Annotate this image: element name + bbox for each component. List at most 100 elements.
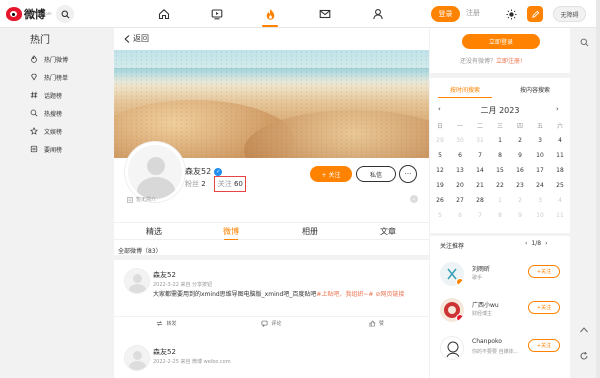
tab-search-by-content[interactable]: 按内容搜索 (500, 82, 570, 96)
calendar-day[interactable]: 3 (530, 133, 550, 148)
calendar-day[interactable]: 11 (550, 148, 570, 163)
back-to-top-icon[interactable] (576, 322, 592, 338)
calendar-day[interactable]: 17 (530, 163, 550, 178)
recommendation-avatar[interactable] (440, 262, 464, 286)
calendar-day[interactable]: 6 (450, 148, 470, 163)
recommendation-name[interactable]: Chanpoko (472, 338, 502, 345)
like-button[interactable]: 赞 (324, 317, 429, 330)
weekday-label: 四 (516, 123, 523, 130)
calendar-day[interactable]: 1 (490, 133, 510, 148)
calendar-day[interactable]: 15 (490, 163, 510, 178)
tab-weibo[interactable]: 微博 (223, 226, 239, 237)
calendar-day[interactable]: 26 (430, 193, 450, 208)
calendar-day[interactable]: 14 (470, 163, 490, 178)
post-avatar[interactable] (124, 345, 150, 371)
calendar-day[interactable]: 7 (470, 208, 490, 223)
next-page-chevron-icon[interactable]: › (545, 240, 547, 247)
avatar[interactable] (125, 142, 185, 202)
post-avatar[interactable] (124, 268, 150, 294)
login-button[interactable]: 登录 (431, 6, 460, 22)
calendar-day[interactable]: 4 (550, 133, 570, 148)
user-icon[interactable] (369, 5, 387, 23)
calendar-day[interactable]: 2 (510, 193, 530, 208)
register-now-link[interactable]: 立即注册! (496, 58, 522, 65)
calendar-day[interactable]: 1 (490, 193, 510, 208)
repost-button[interactable]: 转发 (114, 317, 219, 330)
mail-icon[interactable] (316, 5, 334, 23)
calendar-day[interactable]: 5 (430, 148, 450, 163)
next-month-chevron-icon[interactable]: › (556, 105, 559, 113)
comment-button[interactable]: 评论 (219, 317, 324, 330)
calendar-day[interactable]: 25 (550, 178, 570, 193)
recommendation-avatar[interactable] (440, 336, 464, 360)
calendar-day[interactable]: 29 (430, 133, 450, 148)
sidebar-item-hot-search[interactable]: 热搜榜 (30, 106, 108, 120)
hot-fire-icon[interactable] (261, 5, 279, 23)
calendar-day[interactable]: 27 (450, 193, 470, 208)
calendar-day[interactable]: 9 (510, 208, 530, 223)
calendar-day[interactable]: 8 (490, 208, 510, 223)
calendar-day[interactable]: 12 (430, 163, 450, 178)
calendar-day[interactable]: 8 (490, 148, 510, 163)
side-search-icon[interactable] (576, 34, 592, 50)
recommendation-avatar[interactable] (440, 298, 464, 322)
sidebar-item-hot-weibo[interactable]: 热门微博 (30, 52, 108, 66)
weekday-label: 日 (436, 123, 443, 130)
recommendation-follow-button[interactable]: +关注 (528, 339, 560, 352)
theme-toggle-sun-icon[interactable] (502, 5, 520, 23)
page-scrollbar[interactable] (596, 0, 600, 378)
calendar-day[interactable]: 5 (430, 208, 450, 223)
calendar-day[interactable]: 21 (470, 178, 490, 193)
sidebar-item-news[interactable]: 要闻榜 (30, 142, 108, 156)
recommendation-name[interactable]: 刘雨昕 (472, 264, 490, 273)
recommendation-follow-button[interactable]: +关注 (528, 301, 560, 314)
refresh-icon[interactable] (576, 348, 592, 364)
search-icon[interactable] (56, 5, 74, 23)
calendar-day[interactable]: 10 (530, 208, 550, 223)
home-icon[interactable] (155, 5, 173, 23)
calendar-day[interactable]: 6 (450, 208, 470, 223)
recommendation-follow-button[interactable]: +关注 (528, 265, 560, 278)
expand-chevron-icon[interactable]: ⌄ (410, 195, 418, 203)
fans-stat[interactable]: 粉丝 2 (185, 179, 206, 189)
login-now-button[interactable]: 立即登录 (462, 34, 540, 49)
calendar-day[interactable]: 28 (470, 193, 490, 208)
sidebar-item-hot-list[interactable]: 热门榜单 (30, 70, 108, 84)
calendar-day[interactable]: 2 (510, 133, 530, 148)
back-button[interactable]: 返回 (124, 33, 149, 44)
calendar-day[interactable]: 13 (450, 163, 470, 178)
calendar-day[interactable]: 7 (470, 148, 490, 163)
calendar-day[interactable]: 18 (550, 163, 570, 178)
post-tag-link[interactable]: #上贴吧，我组织~# ⊘网页链接 (316, 291, 404, 298)
calendar-day[interactable]: 22 (490, 178, 510, 193)
accessibility-button[interactable]: 无障碍 (553, 6, 586, 22)
calendar-day[interactable]: 11 (550, 208, 570, 223)
calendar-day[interactable]: 24 (530, 178, 550, 193)
post-author[interactable]: 森友52 (153, 347, 176, 357)
calendar-day[interactable]: 3 (530, 193, 550, 208)
prev-page-chevron-icon[interactable]: ‹ (525, 240, 527, 247)
more-options-button[interactable]: ··· (399, 165, 417, 183)
calendar-day[interactable]: 4 (550, 193, 570, 208)
calendar-day[interactable]: 10 (530, 148, 550, 163)
tab-album[interactable]: 相册 (302, 226, 318, 237)
compose-icon[interactable] (527, 6, 543, 22)
video-icon[interactable] (208, 5, 226, 23)
tab-search-by-time[interactable]: 按时间搜索 (430, 82, 500, 98)
sidebar-item-entertainment[interactable]: 文娱榜 (30, 124, 108, 138)
register-link[interactable]: 注册 (466, 8, 480, 18)
calendar-day[interactable]: 30 (450, 133, 470, 148)
tab-featured[interactable]: 精选 (146, 226, 162, 237)
message-button[interactable]: 私信 (356, 166, 396, 182)
calendar-day[interactable]: 9 (510, 148, 530, 163)
post-author[interactable]: 森友52 (153, 270, 176, 280)
sidebar-item-topics[interactable]: 话题榜 (30, 88, 108, 102)
recommendation-name[interactable]: 广西小wu (472, 300, 499, 309)
calendar-day[interactable]: 16 (510, 163, 530, 178)
calendar-day[interactable]: 20 (450, 178, 470, 193)
tab-articles[interactable]: 文章 (380, 226, 396, 237)
follow-button[interactable]: + 关注 (310, 166, 352, 182)
calendar-day[interactable]: 31 (470, 133, 490, 148)
calendar-day[interactable]: 19 (430, 178, 450, 193)
calendar-day[interactable]: 23 (510, 178, 530, 193)
